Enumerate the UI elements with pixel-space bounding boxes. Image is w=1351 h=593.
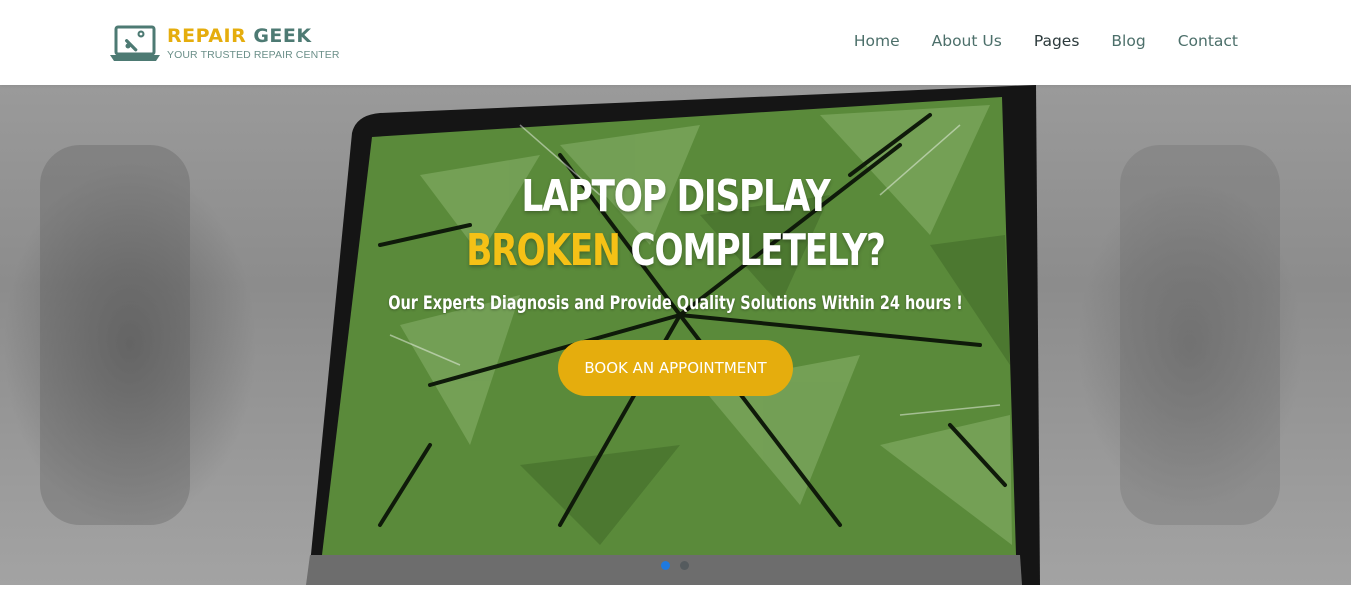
nav-item-pages[interactable]: Pages bbox=[1034, 31, 1080, 51]
brand-name-part1: REPAIR bbox=[167, 25, 247, 47]
nav-item-home[interactable]: Home bbox=[854, 31, 900, 51]
brand-tagline: YOUR TRUSTED REPAIR CENTER bbox=[167, 49, 340, 61]
book-appointment-button[interactable]: BOOK AN APPOINTMENT bbox=[558, 340, 793, 396]
hero-content: LAPTOP DISPLAY BROKEN COMPLETELY? Our Ex… bbox=[0, 170, 1351, 396]
hero-slider: LAPTOP DISPLAY BROKEN COMPLETELY? Our Ex… bbox=[0, 85, 1351, 585]
nav-item-contact[interactable]: Contact bbox=[1178, 31, 1238, 51]
laptop-wrench-icon bbox=[110, 25, 160, 61]
slider-dot-1[interactable] bbox=[661, 561, 670, 570]
brand-logo[interactable]: REPAIR GEEK YOUR TRUSTED REPAIR CENTER bbox=[109, 24, 340, 64]
hero-title-highlight: BROKEN bbox=[466, 225, 621, 276]
hero-title-line1: LAPTOP DISPLAY bbox=[521, 171, 830, 222]
brand-name-part2: GEEK bbox=[253, 25, 312, 47]
brand-name: REPAIR GEEK bbox=[167, 24, 340, 48]
hero-subtitle: Our Experts Diagnosis and Provide Qualit… bbox=[388, 292, 963, 314]
nav-item-blog[interactable]: Blog bbox=[1111, 31, 1145, 51]
nav-item-about-us[interactable]: About Us bbox=[932, 31, 1002, 51]
site-header: REPAIR GEEK YOUR TRUSTED REPAIR CENTER H… bbox=[0, 0, 1351, 85]
hero-title-line2: BROKEN COMPLETELY? bbox=[149, 224, 1203, 278]
hero-title-rest: COMPLETELY? bbox=[630, 225, 886, 276]
slider-dot-2[interactable] bbox=[680, 561, 689, 570]
slider-pagination bbox=[661, 561, 699, 570]
main-nav: Home About Us Pages Blog Contact bbox=[822, 31, 1238, 51]
